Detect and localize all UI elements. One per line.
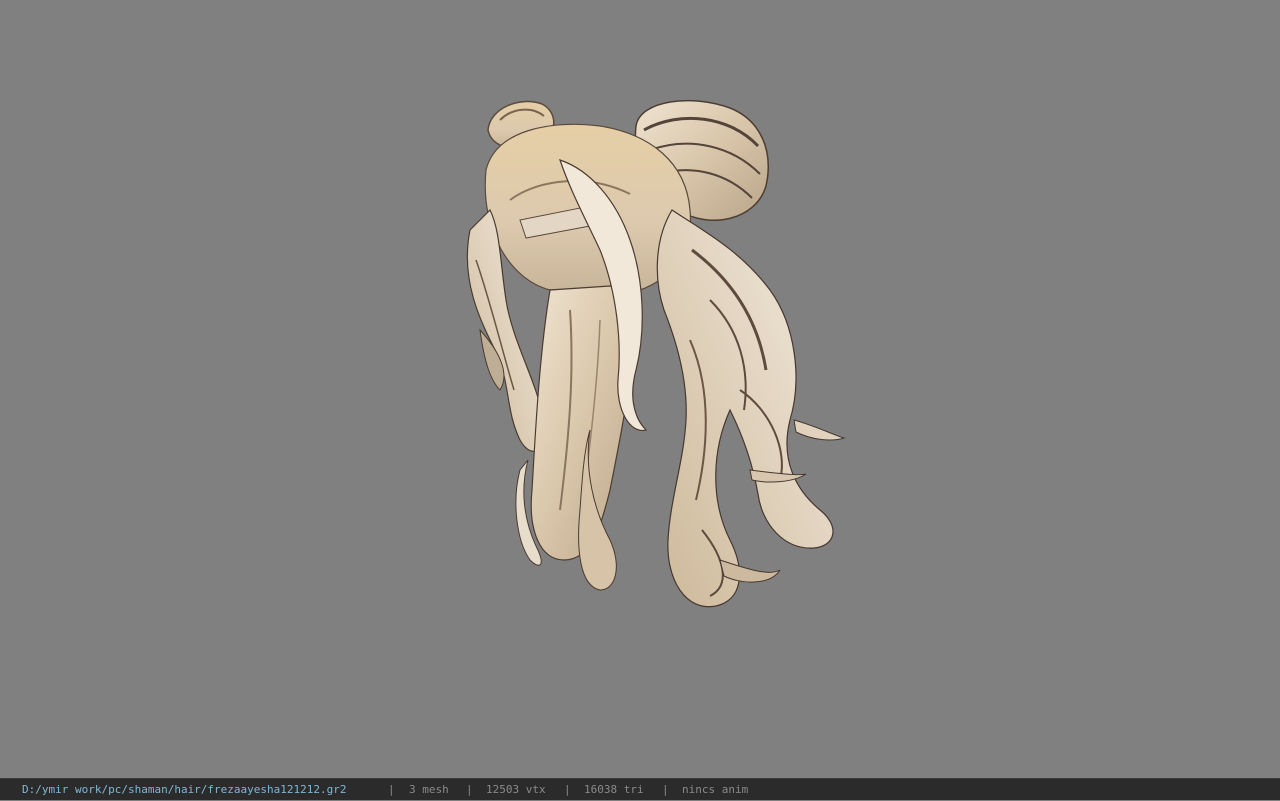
file-path-label: D:/ymir work/pc/shaman/hair/frezaayesha1…	[22, 783, 347, 796]
status-bar: D:/ymir work/pc/shaman/hair/frezaayesha1…	[0, 778, 1280, 800]
status-separator: |	[466, 783, 473, 796]
hair-model-render	[466, 99, 846, 608]
triangle-count-label: 16038 tri	[584, 783, 644, 796]
status-separator: |	[564, 783, 571, 796]
3d-viewport[interactable]	[0, 0, 1280, 778]
status-separator: |	[388, 783, 395, 796]
vertex-count-label: 12503 vtx	[486, 783, 546, 796]
mesh-count-label: 3 mesh	[409, 783, 449, 796]
status-separator: |	[662, 783, 669, 796]
animation-status-label: nincs anim	[682, 783, 749, 796]
